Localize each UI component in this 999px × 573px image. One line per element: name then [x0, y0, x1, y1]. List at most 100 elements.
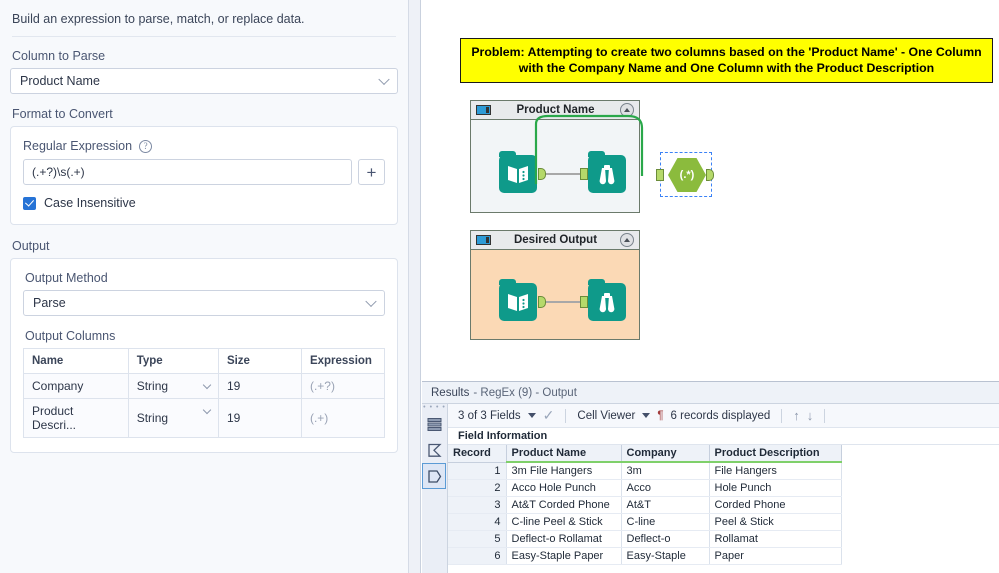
table-row[interactable]: 2 Acco Hole Punch Acco Hole Punch: [448, 479, 842, 497]
regex-input-port[interactable]: [656, 169, 664, 181]
input-tool-output-port[interactable]: [538, 168, 546, 180]
output-col-type[interactable]: String: [127, 398, 219, 438]
cell-company[interactable]: At&T: [621, 496, 710, 514]
table-row[interactable]: Product Descri... String 19 (.+): [23, 398, 386, 438]
grid-header-row: Record Product Name Company Product Desc…: [448, 445, 842, 463]
cell-product-description[interactable]: Paper: [709, 547, 842, 565]
cell-product-description[interactable]: Peel & Stick: [709, 513, 842, 531]
output-col-type[interactable]: String: [127, 373, 219, 399]
cell-product-description[interactable]: Hole Punch: [709, 479, 842, 497]
output-method-value: Parse: [33, 296, 66, 310]
container-title: Product Name: [516, 104, 595, 116]
cell-product-name[interactable]: 3m File Hangers: [506, 462, 622, 480]
nav-up-arrow-icon[interactable]: ↑: [793, 408, 800, 423]
cell-company[interactable]: C-line: [621, 513, 710, 531]
regex-tool-node[interactable]: (.*): [656, 152, 714, 197]
case-insensitive-label: Case Insensitive: [44, 196, 136, 210]
output-columns-label: Output Columns: [25, 329, 116, 343]
output-col-header-size: Size: [217, 348, 302, 374]
nav-down-arrow-icon[interactable]: ↓: [807, 408, 814, 423]
table-row[interactable]: 4 C-line Peel & Stick C-line Peel & Stic…: [448, 513, 842, 531]
check-icon[interactable]: ✓: [543, 407, 555, 424]
output-method-select[interactable]: Parse: [23, 290, 385, 316]
cell-product-name[interactable]: C-line Peel & Stick: [506, 513, 622, 531]
input-data-tool[interactable]: [499, 279, 537, 321]
input-data-tool[interactable]: [499, 151, 537, 193]
regex-input[interactable]: (.+?)\s(.+): [23, 159, 352, 185]
cell-record: 3: [448, 496, 507, 514]
cell-product-description[interactable]: File Hangers: [709, 462, 842, 480]
container-icon: [476, 235, 491, 245]
results-side-strip: • • • •: [422, 404, 448, 573]
toolbar-separator: [824, 408, 826, 423]
help-icon[interactable]: ?: [139, 139, 153, 153]
workflow-canvas[interactable]: Problem: Attempting to create two column…: [422, 0, 999, 381]
table-row[interactable]: 5 Deflect-o Rollamat Deflect-o Rollamat: [448, 530, 842, 548]
container-title-bar[interactable]: Desired Output: [471, 231, 639, 250]
panel-splitter[interactable]: [409, 0, 421, 573]
case-insensitive-row[interactable]: Case Insensitive: [23, 196, 385, 210]
grid-header-product-name[interactable]: Product Name: [506, 445, 622, 463]
container-desired-output[interactable]: Desired Output: [470, 230, 640, 340]
browse-tool-input-port[interactable]: [580, 168, 588, 180]
output-col-name[interactable]: Product Descri...: [23, 398, 129, 438]
results-title-prefix: Results: [431, 386, 470, 399]
fields-selector-label[interactable]: 3 of 3 Fields: [458, 410, 521, 422]
container-product-name[interactable]: Product Name: [470, 100, 640, 213]
regex-output-port[interactable]: [706, 169, 714, 181]
grid-header-product-description[interactable]: Product Description: [709, 445, 842, 463]
output-group: Output Method Parse Output Columns Name …: [10, 258, 398, 453]
pilcrow-icon[interactable]: ¶: [657, 410, 663, 422]
results-grid-wrapper[interactable]: Record Product Name Company Product Desc…: [448, 445, 999, 573]
data-output-icon[interactable]: [422, 463, 446, 489]
container-body: [471, 120, 639, 212]
field-information-header[interactable]: Field Information: [448, 428, 999, 445]
regex-hexagon[interactable]: (.*): [668, 158, 706, 192]
cell-product-name[interactable]: Acco Hole Punch: [506, 479, 622, 497]
collapse-chevron-icon[interactable]: [620, 103, 634, 117]
column-to-parse-value: Product Name: [20, 74, 100, 88]
chevron-down-icon: [202, 405, 212, 415]
column-to-parse-label: Column to Parse: [12, 49, 106, 63]
cell-company[interactable]: Deflect-o: [621, 530, 710, 548]
output-col-size[interactable]: 19: [217, 398, 302, 438]
table-row[interactable]: 3 At&T Corded Phone At&T Corded Phone: [448, 496, 842, 514]
output-col-name[interactable]: Company: [23, 373, 129, 399]
cell-product-name[interactable]: Easy-Staple Paper: [506, 547, 622, 565]
table-row[interactable]: Company String 19 (.+?): [23, 373, 386, 399]
grid-header-record[interactable]: Record: [448, 445, 507, 463]
cell-company[interactable]: Acco: [621, 479, 710, 497]
browse-tool-input-port[interactable]: [580, 296, 588, 308]
cell-record: 2: [448, 479, 507, 497]
chevron-down-icon[interactable]: [642, 413, 651, 418]
column-to-parse-select[interactable]: Product Name: [10, 68, 398, 94]
output-col-expression: (.+?): [300, 373, 386, 399]
cell-product-description[interactable]: Corded Phone: [709, 496, 842, 514]
cell-product-name[interactable]: At&T Corded Phone: [506, 496, 622, 514]
book-icon: [508, 294, 528, 311]
case-insensitive-checkbox[interactable]: [23, 196, 36, 210]
chevron-down-icon[interactable]: [527, 413, 536, 418]
cell-product-name[interactable]: Deflect-o Rollamat: [506, 530, 622, 548]
binoculars-icon: [599, 165, 615, 185]
cell-company[interactable]: Easy-Staple: [621, 547, 710, 565]
cell-company[interactable]: 3m: [621, 462, 710, 480]
results-panel: Results - RegEx (9) - Output • • • • 3 o…: [422, 381, 999, 573]
table-row[interactable]: 6 Easy-Staple Paper Easy-Staple Paper: [448, 547, 842, 565]
grid-header-company[interactable]: Company: [621, 445, 710, 463]
connector-line: [546, 173, 581, 175]
profile-stats-icon[interactable]: [422, 437, 446, 463]
input-tool-output-port[interactable]: [538, 296, 546, 308]
container-title-bar[interactable]: Product Name: [471, 101, 639, 120]
cell-viewer-label[interactable]: Cell Viewer: [577, 410, 635, 422]
collapse-chevron-icon[interactable]: [620, 233, 634, 247]
strip-grip-handle[interactable]: • • • •: [422, 404, 447, 411]
browse-tool[interactable]: [588, 151, 626, 193]
browse-tool[interactable]: [588, 279, 626, 321]
table-row[interactable]: 1 3m File Hangers 3m File Hangers: [448, 462, 842, 480]
add-expression-button[interactable]: +: [358, 159, 385, 185]
cell-product-description[interactable]: Rollamat: [709, 530, 842, 548]
messages-icon[interactable]: [422, 411, 446, 437]
stacked-layers-icon: [427, 417, 441, 431]
output-col-size[interactable]: 19: [217, 373, 302, 399]
